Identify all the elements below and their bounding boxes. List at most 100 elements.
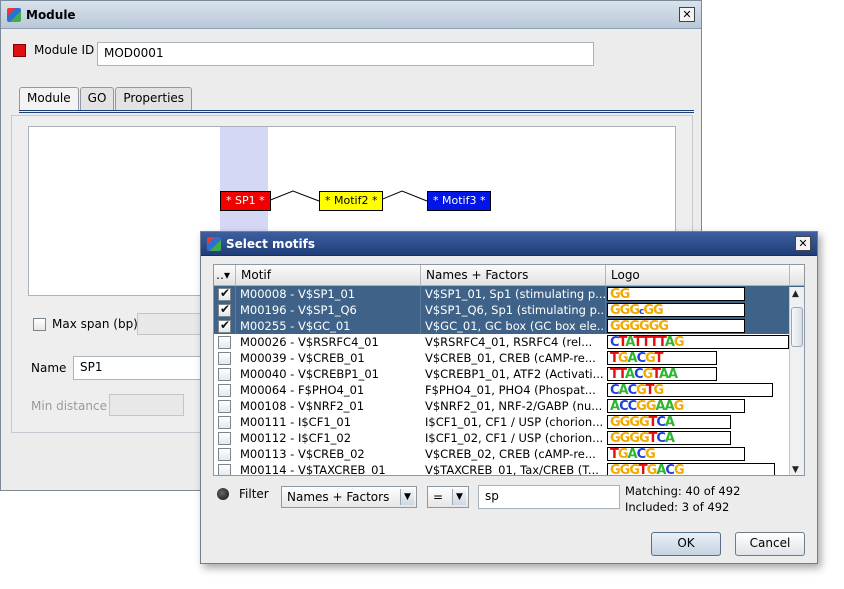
row-checkbox[interactable]	[218, 416, 231, 429]
row-checkbox[interactable]	[218, 318, 231, 333]
row-motif: M00108 - V$NRF2_01	[240, 399, 365, 413]
row-logo-cell: GG	[606, 286, 790, 302]
sequence-logo: GGGTGACG	[607, 463, 775, 475]
filter-operator-select[interactable]: = ▼	[427, 486, 469, 508]
row-logo-cell: CTATTTTAG	[606, 334, 790, 350]
table-row[interactable]: M00026 - V$RSRFC4_01 V$RSRFC4_01, RSRFC4 …	[214, 334, 804, 350]
tab-module[interactable]: Module	[19, 87, 79, 111]
row-logo-cell: CACGTG	[606, 382, 790, 398]
row-check-cell	[214, 446, 236, 462]
table-row[interactable]: M00111 - I$CF1_01 I$CF1_01, CF1 / USP (ch…	[214, 414, 804, 430]
table-row[interactable]: M00113 - V$CREB_02 V$CREB_02, CREB (cAMP-…	[214, 446, 804, 462]
row-checkbox[interactable]	[218, 400, 231, 413]
module-close-icon[interactable]: ✕	[679, 7, 695, 22]
row-checkbox[interactable]	[218, 368, 231, 381]
cancel-button[interactable]: Cancel	[735, 532, 805, 556]
motif-box-motif3[interactable]: * Motif3 *	[427, 191, 492, 211]
row-check-cell	[214, 302, 236, 318]
motif-box-sp1[interactable]: * SP1 *	[220, 191, 271, 211]
row-names-factors: I$CF1_02, CF1 / USP (chorion...	[425, 431, 604, 445]
sequence-logo: GGGGGG	[607, 319, 745, 333]
column-motif[interactable]: Motif	[236, 265, 421, 285]
filter-operator-value: =	[433, 490, 444, 504]
filter-value-input[interactable]: sp	[478, 485, 620, 509]
module-color-swatch[interactable]	[13, 43, 26, 57]
scroll-up-icon[interactable]: ▲	[792, 289, 799, 299]
row-check-cell	[214, 398, 236, 414]
max-span-row: Max span (bp)	[33, 317, 138, 331]
max-span-label: Max span (bp)	[52, 317, 138, 331]
filter-indicator-icon[interactable]	[217, 488, 229, 500]
module-tabs: Module GO Properties	[19, 87, 193, 111]
module-window-title: Module	[26, 7, 76, 22]
row-motif: M00039 - V$CREB_01	[240, 351, 365, 365]
row-checkbox[interactable]	[218, 448, 231, 461]
max-span-checkbox[interactable]	[33, 317, 46, 331]
column-logo[interactable]: Logo	[606, 265, 790, 285]
select-motifs-titlebar[interactable]: Select motifs	[201, 232, 817, 256]
row-motif: M00040 - V$CREBP1_01	[240, 367, 379, 381]
sequence-logo: CTATTTTAG	[607, 335, 789, 349]
min-distance-label: Min distance	[31, 399, 107, 413]
row-motif: M00255 - V$GC_01	[236, 318, 421, 334]
row-check-cell	[214, 286, 236, 302]
row-motif: M00112 - I$CF1_02	[240, 431, 352, 445]
row-motif: M00196 - V$SP1_Q6	[236, 302, 421, 318]
table-scrollbar[interactable]: ▲ ▼	[789, 287, 804, 475]
name-input[interactable]: SP1	[73, 356, 201, 380]
sequence-logo: ACCGGAAG	[607, 399, 745, 413]
chevron-down-icon: ▼	[400, 489, 414, 505]
row-checkbox[interactable]	[218, 432, 231, 445]
row-names-factors: I$CF1_01, CF1 / USP (chorion...	[425, 415, 604, 429]
row-names-factors: V$CREB_01, CREB (cAMP-re...	[425, 351, 596, 365]
filter-field-select[interactable]: Names + Factors ▼	[281, 486, 417, 508]
tab-properties[interactable]: Properties	[115, 87, 193, 111]
row-motif: M00114 - V$TAXCREB_01	[240, 463, 386, 476]
included-count: Included: 3 of 492	[625, 500, 730, 514]
row-motif: M00064 - F$PHO4_01	[240, 383, 365, 397]
row-checkbox[interactable]	[218, 336, 231, 349]
sequence-logo: GGGGTCA	[607, 415, 731, 429]
select-close-icon[interactable]: ✕	[795, 236, 811, 251]
module-id-label: Module ID	[34, 43, 95, 57]
table-row[interactable]: M00040 - V$CREBP1_01 V$CREBP1_01, ATF2 (A…	[214, 366, 804, 382]
row-check-cell	[214, 462, 236, 475]
table-header: ‥▾ Motif Names + Factors Logo	[214, 265, 804, 286]
sequence-logo: CACGTG	[607, 383, 773, 397]
sequence-logo: GGGcGG	[607, 303, 745, 317]
table-row[interactable]: M00196 - V$SP1_Q6V$SP1_Q6, Sp1 (stimulat…	[214, 302, 804, 318]
row-check-cell	[214, 318, 236, 334]
row-names-factors: V$SP1_01, Sp1 (stimulating p...	[421, 286, 606, 302]
row-logo-cell: GGGcGG	[606, 302, 790, 318]
row-checkbox[interactable]	[218, 286, 231, 301]
table-row[interactable]: M00114 - V$TAXCREB_01 V$TAXCREB_01, Tax/C…	[214, 462, 804, 476]
row-checkbox[interactable]	[218, 302, 231, 317]
row-checkbox[interactable]	[218, 384, 231, 397]
table-row[interactable]: M00039 - V$CREB_01 V$CREB_01, CREB (cAMP-…	[214, 350, 804, 366]
row-check-cell	[214, 382, 236, 398]
max-span-field[interactable]	[137, 313, 201, 335]
sort-check-column-icon[interactable]: ‥▾	[214, 265, 236, 285]
table-row[interactable]: M00255 - V$GC_01V$GC_01, GC box (GC box …	[214, 318, 804, 334]
column-names-factors[interactable]: Names + Factors	[421, 265, 606, 285]
table-row[interactable]: M00108 - V$NRF2_01 V$NRF2_01, NRF-2/GABP …	[214, 398, 804, 414]
scroll-down-icon[interactable]: ▼	[792, 465, 799, 475]
table-row[interactable]: M00112 - I$CF1_02 I$CF1_02, CF1 / USP (ch…	[214, 430, 804, 446]
table-row[interactable]: M00008 - V$SP1_01V$SP1_01, Sp1 (stimulat…	[214, 286, 804, 302]
tab-go[interactable]: GO	[79, 87, 115, 111]
table-row[interactable]: M00064 - F$PHO4_01 F$PHO4_01, PHO4 (Phosp…	[214, 382, 804, 398]
row-check-cell	[214, 430, 236, 446]
select-motifs-title: Select motifs	[226, 236, 316, 251]
module-id-input[interactable]: MOD0001	[97, 42, 594, 66]
row-checkbox[interactable]	[218, 464, 231, 475]
ok-button[interactable]: OK	[651, 532, 721, 556]
row-check-cell	[214, 366, 236, 382]
name-label: Name	[31, 361, 67, 375]
min-distance-field[interactable]	[109, 394, 184, 416]
scroll-thumb[interactable]	[791, 307, 803, 347]
module-titlebar[interactable]: Module	[1, 1, 701, 29]
row-checkbox[interactable]	[218, 352, 231, 365]
motif-box-motif2[interactable]: * Motif2 *	[319, 191, 384, 211]
row-motif: M00008 - V$SP1_01	[236, 286, 421, 302]
row-logo-cell: TTACGTAA	[606, 366, 790, 382]
